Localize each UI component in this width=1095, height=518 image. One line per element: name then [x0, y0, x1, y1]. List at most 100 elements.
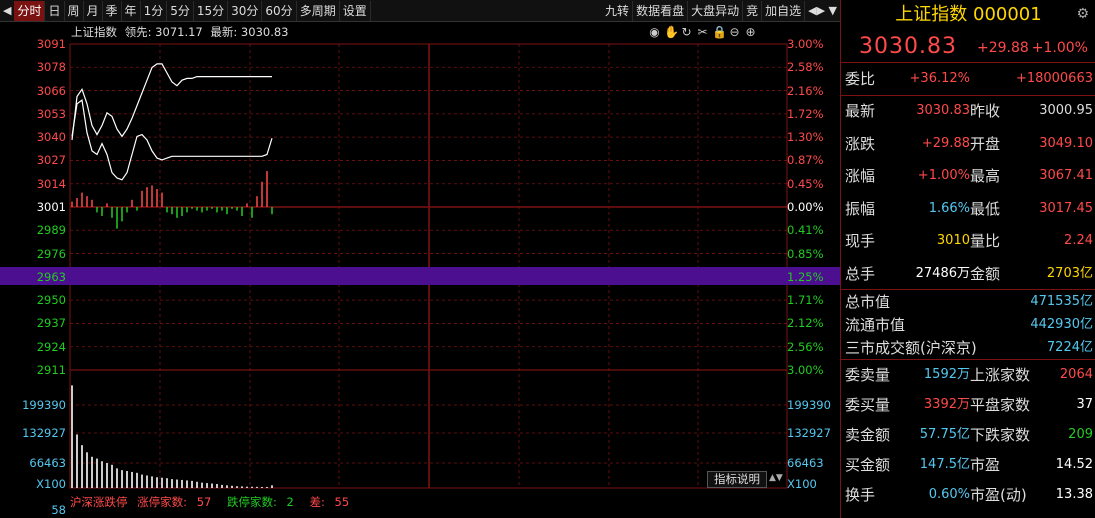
index-line: [71, 63, 272, 141]
price-tick: 2989: [36, 223, 66, 238]
volume-tick-left: 199390: [22, 398, 66, 412]
percent-tick: 0.87%: [787, 153, 824, 168]
tab-tool-2[interactable]: 大盘异动: [688, 0, 744, 21]
tab-period-11[interactable]: 多周期: [297, 0, 340, 21]
volume-tick-right: X100: [787, 477, 817, 491]
market-value-label: 总市值: [845, 293, 891, 311]
eye-icon[interactable]: ◉: [648, 25, 661, 39]
panel-separator: [841, 289, 1095, 290]
price-tick: 3001: [36, 200, 66, 214]
hand-icon[interactable]: ✋: [664, 25, 679, 39]
quote-label: 下跌家数: [970, 426, 1031, 444]
quote-label: 卖金额: [845, 426, 891, 444]
tab-period-7[interactable]: 5分: [167, 0, 194, 21]
quote-label: 金额: [970, 264, 1001, 283]
quote-row: 委卖量 1592万 上涨家数 2064: [841, 360, 1095, 390]
tab-period-4[interactable]: 季: [103, 0, 122, 21]
volume-tick-right: 132927: [787, 426, 831, 440]
zoom-out-icon[interactable]: ⊖: [728, 25, 741, 39]
intraday-chart[interactable]: 3091 3078 3066 3053 3040 3027 3014 3001 2989 2976…: [0, 22, 840, 518]
panel-quote: 3030.83 +29.88 +1.00%: [841, 32, 1095, 62]
toolbar-right-arrows[interactable]: ◀▶ ▼: [805, 4, 840, 17]
price-tick: 3066: [36, 83, 66, 98]
tab-tool-1[interactable]: 数据看盘: [633, 0, 689, 21]
refresh-icon[interactable]: ↻: [680, 25, 693, 39]
panel-title: 上证指数 000001: [895, 4, 1042, 25]
tab-period-1[interactable]: 日: [45, 0, 65, 21]
tab-tool-3[interactable]: 竞: [743, 0, 763, 21]
tab-period-6[interactable]: 1分: [141, 0, 168, 21]
market-value-label: 流通市值: [845, 316, 906, 334]
price-tick: 3078: [36, 60, 66, 75]
limit-up-count: 57: [196, 495, 212, 509]
quote-value: +1.00%: [917, 168, 970, 183]
tab-period-12[interactable]: 设置: [340, 0, 371, 21]
tab-tool-0[interactable]: 九转: [602, 0, 634, 21]
limit-up-down-bar: 沪深涨跌停 涨停家数: 57 跌停家数: 2 差: 55: [70, 494, 787, 510]
quote-value: 27486万: [915, 265, 970, 281]
chart-info-line: 上证指数 领先: 3071.17 最新: 3030.83: [71, 24, 293, 40]
lead-line: [71, 99, 273, 181]
tab-period-10[interactable]: 60分: [262, 0, 297, 21]
quote-value: 3010: [936, 233, 970, 248]
volume-tick-right: 66463: [787, 456, 824, 470]
quote-label: 最新: [845, 102, 876, 120]
tab-period-2[interactable]: 周: [65, 0, 84, 21]
market-value-value: 442930亿: [1030, 317, 1093, 332]
quote-label: 委买量: [845, 396, 891, 414]
quote-label: 买金额: [845, 456, 891, 474]
percent-tick: 1.71%: [787, 293, 824, 308]
chart-tool-icons: ◉ ✋ ↻ ✂ 🔒 ⊖ ⊕: [648, 25, 757, 39]
quote-label: 最高: [970, 167, 1001, 185]
volume-tick-left: 66463: [29, 456, 66, 470]
quote-label: 平盘家数: [970, 396, 1031, 414]
tab-period-9[interactable]: 30分: [228, 0, 263, 21]
percent-tick: 2.58%: [787, 60, 824, 75]
percent-tick: 1.25%: [787, 269, 824, 284]
volume-tick-bottom: 58: [51, 503, 66, 517]
indicator-explanation-button[interactable]: 指标说明: [707, 471, 767, 488]
quote-value: 209: [1068, 427, 1093, 442]
quote-panel: 上证指数 000001 ⚙ 3030.83 +29.88 +1.00% 委比 +3…: [840, 0, 1095, 518]
price-tick: 2911: [36, 363, 66, 377]
gear-icon[interactable]: ⚙: [1076, 6, 1089, 22]
quote-row: 现手 3010 量比 2.24: [841, 226, 1095, 256]
quote-row: 总手 27486万 金额 2703亿: [841, 259, 1095, 289]
tab-period-0[interactable]: 分时: [14, 0, 46, 21]
price-tick: 2924: [36, 339, 66, 354]
indicator-scroll-arrows[interactable]: ▲▼: [769, 473, 783, 483]
market-value-row: 三市成交额(沪深京) 7224亿: [841, 337, 1095, 359]
market-value-row: 总市值 471535亿: [841, 291, 1095, 313]
price-tick: 2976: [36, 246, 66, 261]
tab-period-8[interactable]: 15分: [194, 0, 229, 21]
quote-value: 57.75亿: [919, 427, 970, 442]
quote-value: 13.38: [1055, 487, 1093, 502]
scissors-icon[interactable]: ✂: [696, 25, 709, 39]
quote-value: +18000663: [1015, 71, 1093, 86]
tab-period-5[interactable]: 年: [122, 0, 141, 21]
tab-tool-4[interactable]: 加自选: [762, 0, 806, 21]
quote-value: 37: [1076, 397, 1093, 412]
limit-diff-value: 55: [334, 495, 350, 509]
tab-period-3[interactable]: 月: [84, 0, 103, 21]
quote-label: 涨跌: [845, 134, 876, 153]
lock-icon[interactable]: 🔒: [712, 25, 727, 39]
quote-label: 总手: [845, 264, 876, 283]
quote-label: 现手: [845, 232, 876, 250]
limit-up-label: 涨停家数:: [137, 495, 188, 509]
quote-label: 开盘: [970, 134, 1001, 153]
percent-tick: 3.00%: [787, 363, 824, 377]
quote-value: 14.52: [1055, 457, 1093, 472]
quote-value: 3017.45: [1039, 200, 1093, 216]
quote-label: 市盈: [970, 456, 1001, 474]
zoom-in-icon[interactable]: ⊕: [744, 25, 757, 39]
percent-tick: 2.12%: [787, 316, 824, 331]
lead-value: 领先: 3071.17: [124, 25, 203, 39]
quote-value: 0.60%: [928, 487, 970, 502]
quote-value: 3392万: [923, 397, 970, 412]
volume-tick-left: X100: [36, 477, 66, 491]
quote-label: 昨收: [970, 102, 1001, 120]
quote-row: 买金额 147.5亿 市盈 14.52: [841, 450, 1095, 480]
toolbar-left-arrow[interactable]: ◀: [0, 4, 14, 17]
quote-row: 涨幅 +1.00% 最高 3067.41: [841, 161, 1095, 191]
